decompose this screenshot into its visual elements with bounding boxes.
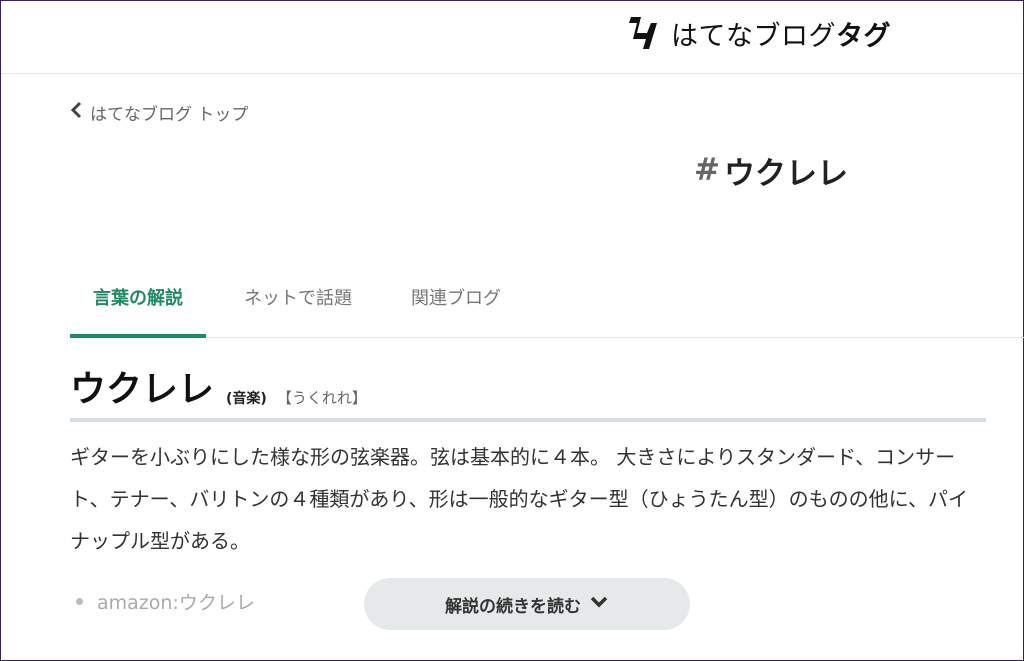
amazon-link[interactable]: amazon:ウクレレ (97, 588, 255, 615)
chevron-down-icon (581, 594, 609, 614)
tab-word-explanation[interactable]: 言葉の解説 (70, 276, 206, 338)
read-more-label: 解説の続きを読む (445, 596, 581, 617)
read-more-button[interactable]: 解説の続きを読む (364, 578, 690, 630)
tab-related-blogs[interactable]: 関連ブログ (388, 276, 524, 334)
entry-reading: 【うくれれ】 (276, 389, 367, 407)
brand-logo-link[interactable]: はてなブログタグ (627, 11, 891, 55)
top-header: はてなブログタグ (1, 1, 1023, 74)
tag-name: ウクレレ (723, 155, 848, 192)
list-item: amazon:ウクレレ (76, 586, 255, 616)
entry-word: ウクレレ (70, 369, 215, 410)
back-to-top-link[interactable]: はてなブログ トップ (70, 99, 248, 125)
entry-heading: ウクレレ (音楽) 【うくれれ】 (70, 366, 986, 422)
hatena-blog-tag-logo-icon (627, 13, 661, 53)
tab-bar: 言葉の解説 ネットで話題 関連ブログ (70, 276, 1024, 338)
entry-description: ギターを小ぶりにした様な形の弦楽器。弦は基本的に４本。 大きさによりスタンダード… (70, 445, 968, 553)
chevron-left-icon (70, 101, 90, 124)
tab-net-topics[interactable]: ネットで話題 (218, 276, 378, 334)
hash-symbol: # (694, 152, 720, 188)
brand-name: はてなブログタグ (671, 20, 891, 52)
back-link-label: はてなブログ トップ (90, 104, 249, 125)
bullet-icon (76, 597, 83, 605)
entry-genre: (音楽) (226, 391, 267, 407)
page-title: # ウクレレ (694, 148, 848, 192)
